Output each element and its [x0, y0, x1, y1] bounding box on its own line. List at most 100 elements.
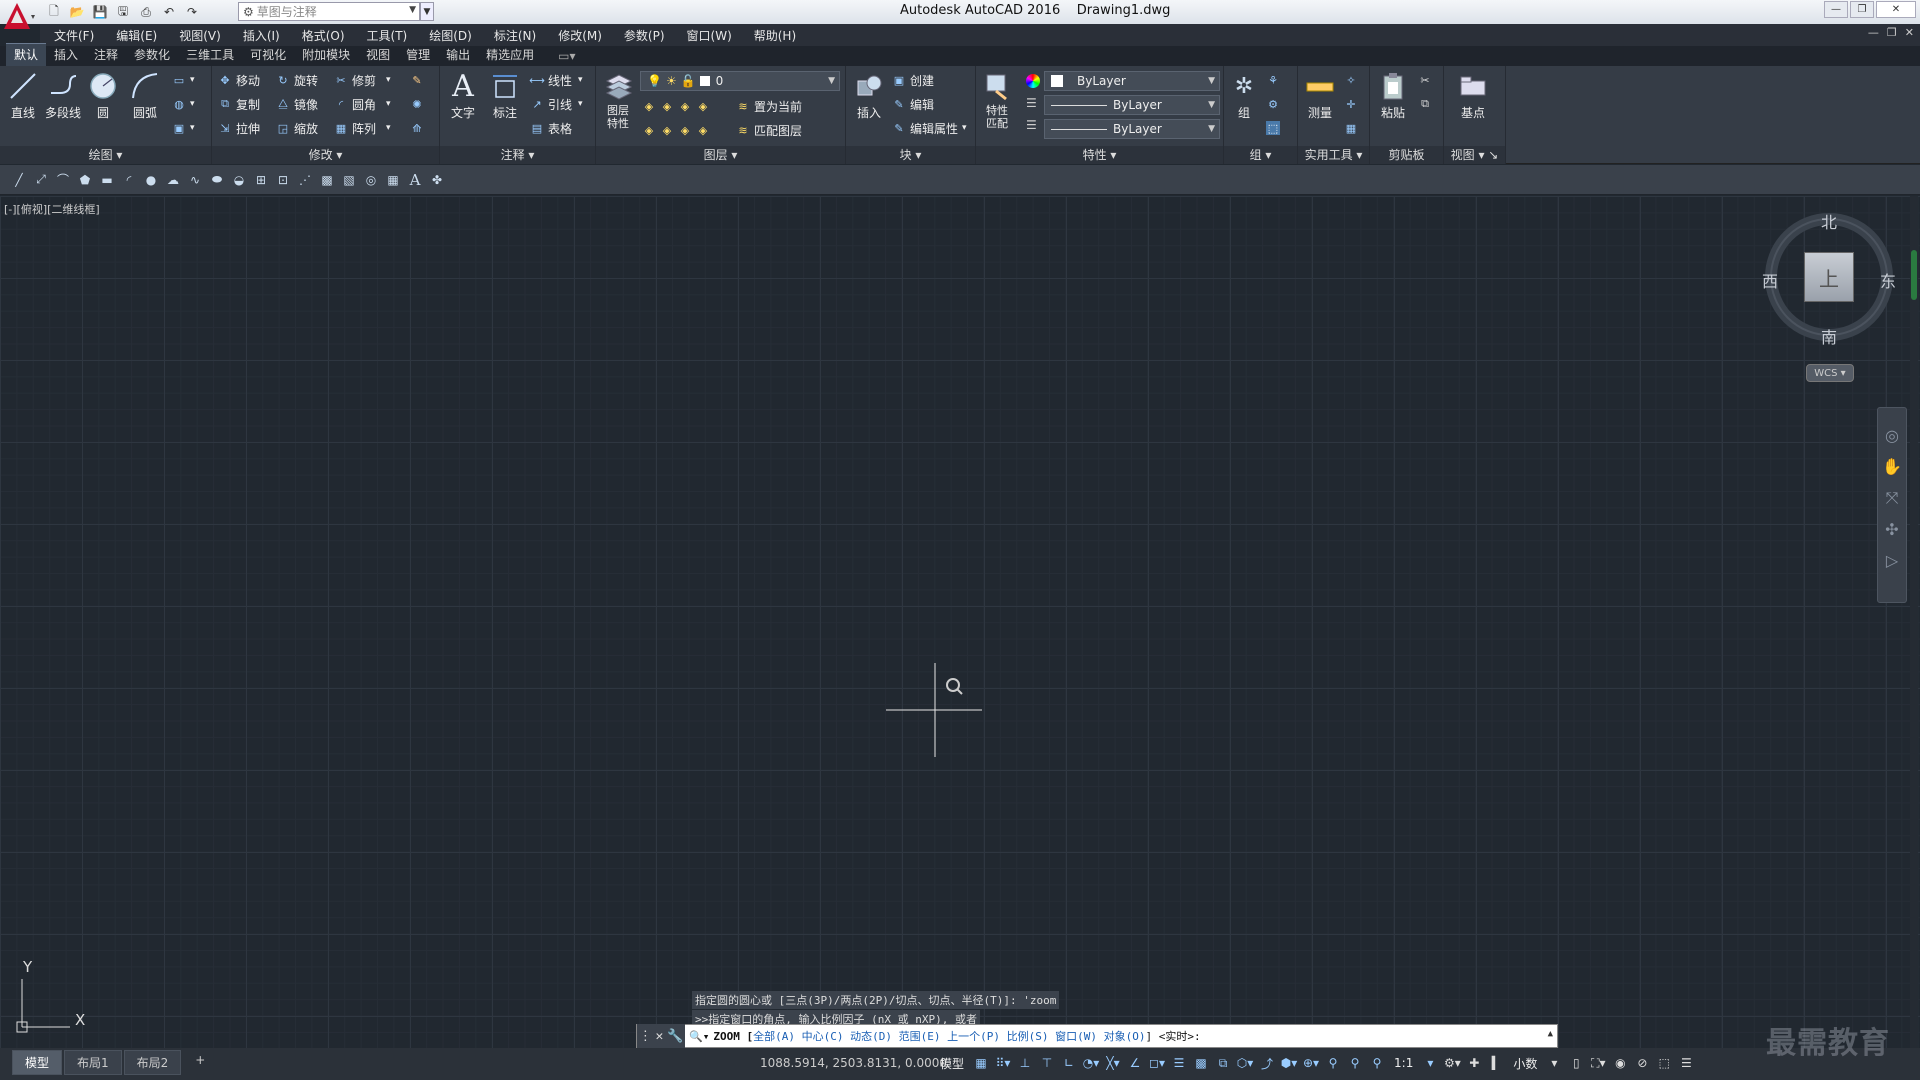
command-history-toggle-icon[interactable]: ▲ — [1548, 1029, 1553, 1039]
object-snap-tracking-icon[interactable]: ∠ — [1126, 1052, 1144, 1074]
move-button[interactable]: ✥ 移动 — [218, 70, 260, 90]
minimize-button[interactable]: — — [1824, 1, 1848, 18]
tb-arc-icon[interactable]: ◜ — [120, 171, 138, 189]
doc-minimize-icon[interactable]: — — [1868, 26, 1879, 39]
group-select-tool[interactable]: ⬚ — [1266, 118, 1284, 138]
wcs-menu[interactable]: WCS ▾ — [1806, 364, 1854, 382]
array-button[interactable]: ▦ 阵列 ▾ — [334, 118, 391, 138]
lock-ui-icon[interactable]: ⛶▾ — [1589, 1052, 1607, 1074]
layer-lock-icon[interactable]: ◈ — [696, 99, 710, 113]
autocad-logo-icon[interactable] — [2, 1, 36, 33]
table-button[interactable]: ▤ 表格 — [530, 118, 572, 138]
tab-insert[interactable]: 插入 — [46, 44, 86, 66]
new-icon[interactable]: 🗋 — [44, 2, 64, 22]
opt-center[interactable]: 中心(C) — [802, 1030, 844, 1043]
ungroup-tool[interactable]: ⚘ — [1266, 70, 1284, 90]
layer-on-icon[interactable]: ◈ — [642, 123, 656, 137]
menu-draw[interactable]: 绘图(D) — [429, 27, 472, 44]
tb-spline-icon[interactable]: ∿ — [186, 171, 204, 189]
match-layer-button[interactable]: ≋ 匹配图层 — [736, 120, 802, 140]
dynamic-ucs-icon[interactable]: ⤴ — [1258, 1052, 1276, 1074]
isolate-objects-icon[interactable]: ◉ — [1611, 1052, 1629, 1074]
menu-tools[interactable]: 工具(T) — [367, 27, 408, 44]
wrench-icon[interactable]: 🔧 — [667, 1029, 683, 1044]
layer-properties-button[interactable]: 图层特性 — [598, 70, 638, 130]
viewcube-south[interactable]: 南 — [1821, 324, 1837, 348]
tb-revcloud-icon[interactable]: ☁ — [164, 171, 182, 189]
zoom-magnifier-icon[interactable]: 🔍▾ — [689, 1030, 709, 1043]
tb-polygon-icon[interactable]: ⬟ — [76, 171, 94, 189]
tb-text-icon[interactable]: A — [406, 171, 424, 189]
tb-line-icon[interactable]: ╱ — [10, 171, 28, 189]
layer-isolate-icon[interactable]: ◈ — [660, 99, 674, 113]
isodraft-icon[interactable]: ╳▾ — [1104, 1052, 1122, 1074]
calculator-tool[interactable]: ▦ — [1344, 118, 1362, 138]
opt-previous[interactable]: 上一个(P) — [947, 1030, 1000, 1043]
menu-view[interactable]: 视图(V) — [179, 27, 221, 44]
tab-annotate[interactable]: 注释 — [86, 44, 126, 66]
tab-layout2[interactable]: 布局2 — [123, 1050, 182, 1075]
gizmo-icon[interactable]: ⊕▾ — [1302, 1052, 1320, 1074]
rectangle-tool[interactable]: ▭ ▾ — [172, 70, 195, 90]
annotation-scale-icon[interactable]: ⚲ — [1368, 1052, 1386, 1074]
tb-hatch-icon[interactable]: ▩ — [318, 171, 336, 189]
save-icon[interactable]: 💾 — [90, 2, 110, 22]
lineweight-icon[interactable]: ☰ — [1026, 118, 1037, 132]
ortho-icon[interactable]: ∟ — [1060, 1052, 1078, 1074]
doc-restore-icon[interactable]: ❐ — [1887, 26, 1897, 39]
tb-ellipse-icon[interactable]: ⬬ — [208, 171, 226, 189]
tb-make-block-icon[interactable]: ⊡ — [274, 171, 292, 189]
group-edit-tool[interactable]: ⚙ — [1266, 94, 1284, 114]
color-wheel-icon[interactable] — [1026, 74, 1040, 88]
tab-home[interactable]: 默认 — [6, 43, 47, 66]
viewcube-top-face[interactable]: 上 — [1804, 252, 1854, 302]
close-icon[interactable]: ✕ — [655, 1029, 663, 1044]
object-snap-icon[interactable]: ◻▾ — [1148, 1052, 1166, 1074]
redo-icon[interactable]: ↷ — [182, 2, 202, 22]
tb-rectangle-icon[interactable]: ▬ — [98, 171, 116, 189]
hardware-accel-icon[interactable]: ⊘ — [1633, 1052, 1651, 1074]
panel-draw-title[interactable]: 绘图 ▾ — [0, 146, 211, 164]
mirror-button[interactable]: ⧋ 镜像 — [276, 94, 318, 114]
match-properties-button[interactable]: 特性匹配 — [980, 70, 1014, 130]
trim-button[interactable]: ✂ 修剪 ▾ — [334, 70, 390, 90]
workspace-switch-icon[interactable]: ⚙▾ — [1443, 1052, 1461, 1074]
linear-button[interactable]: ⟷ 线性 ▾ — [529, 70, 582, 90]
viewport-controls-label[interactable]: [-][俯视][二维线框] — [4, 201, 100, 217]
selection-filter-icon[interactable]: ⬢▾ — [1280, 1052, 1298, 1074]
menu-window[interactable]: 窗口(W) — [687, 27, 732, 44]
viewcube-north[interactable]: 北 — [1821, 209, 1837, 233]
layer-freeze-icon[interactable]: ◈ — [678, 99, 692, 113]
lineweight-dropdown[interactable]: ByLayer ▼ — [1044, 119, 1220, 139]
panel-utilities-title[interactable]: 实用工具 ▾ — [1298, 146, 1369, 164]
tab-view[interactable]: 视图 — [358, 44, 398, 66]
leader-button[interactable]: ↗ 引线 ▾ — [530, 94, 582, 114]
edit-block-button[interactable]: ✎ 编辑 — [892, 94, 934, 114]
drawing-canvas[interactable] — [0, 196, 1920, 1048]
panel-groups-title[interactable]: 组 ▾ — [1224, 146, 1297, 164]
tb-polyline-icon[interactable]: ⌒ — [54, 171, 72, 189]
open-icon[interactable]: 📂 — [67, 2, 87, 22]
tab-addins[interactable]: 附加模块 — [294, 44, 358, 66]
coordinate-readout[interactable]: 1088.5914, 2503.8131, 0.0000 — [760, 1056, 947, 1070]
tb-table-icon[interactable]: ▦ — [384, 171, 402, 189]
pan-hand-icon[interactable]: ✋ — [1882, 457, 1902, 476]
viewcube-east[interactable]: 东 — [1880, 268, 1896, 292]
panel-clipboard-title[interactable]: 剪贴板 — [1370, 146, 1443, 164]
opt-extents[interactable]: 范围(E) — [899, 1030, 941, 1043]
tab-layout1[interactable]: 布局1 — [64, 1050, 122, 1075]
scale-button[interactable]: ◲ 缩放 — [276, 118, 318, 138]
print-icon[interactable]: ⎙ — [136, 2, 156, 22]
drag-grip-icon[interactable]: ⋮ — [639, 1029, 652, 1044]
doc-close-icon[interactable]: ✕ — [1905, 26, 1914, 39]
dynamic-input-icon[interactable]: ⊤ — [1038, 1052, 1056, 1074]
opt-dynamic[interactable]: 动态(D) — [850, 1030, 892, 1043]
menu-insert[interactable]: 插入(I) — [243, 27, 280, 44]
infer-constraints-icon[interactable]: ⊥ — [1016, 1052, 1034, 1074]
add-layout-icon[interactable]: + — [183, 1050, 217, 1075]
annotation-scale-value[interactable]: 1:1 — [1390, 1052, 1417, 1074]
text-button[interactable]: A 文字 — [444, 69, 482, 121]
zoom-extents-icon[interactable]: ⤧ — [1886, 488, 1899, 508]
model-space-toggle[interactable]: 模型 — [936, 1052, 968, 1074]
menu-format[interactable]: 格式(O) — [302, 27, 345, 44]
